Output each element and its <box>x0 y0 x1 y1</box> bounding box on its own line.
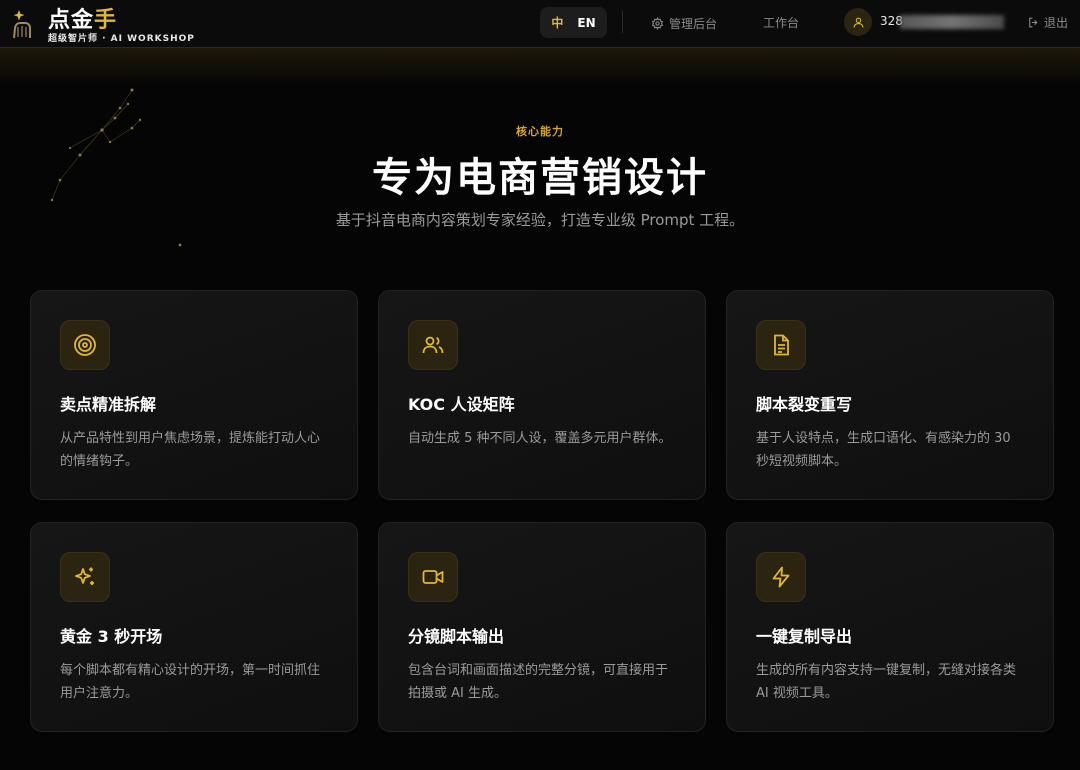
feature-title: 一键复制导出 <box>756 627 853 646</box>
feature-description: 包含台词和画面描述的完整分镜，可直接用于拍摄或 AI 生成。 <box>408 663 669 701</box>
user-id-redacted <box>900 15 1004 29</box>
feature-card: 黄金 3 秒开场 每个脚本都有精心设计的开场，第一时间抓住用户注意力。 <box>30 522 358 732</box>
lang-en-option[interactable]: EN <box>577 16 595 30</box>
brand-name-main: 点金 <box>48 8 95 33</box>
lightning-icon <box>756 552 806 602</box>
section-title: 专为电商营销设计 <box>372 155 708 201</box>
admin-nav-link[interactable]: 管理后台 <box>651 14 717 32</box>
logo-icon <box>13 10 31 39</box>
lang-zh-option[interactable]: 中 <box>551 14 563 31</box>
feature-description: 基于人设特点，生成口语化、有感染力的 30 秒短视频脚本。 <box>756 431 1011 469</box>
target-icon <box>60 320 110 370</box>
admin-nav-label: 管理后台 <box>669 16 718 31</box>
feature-card: 脚本裂变重写 基于人设特点，生成口语化、有感染力的 30 秒短视频脚本。 <box>726 290 1054 500</box>
top-header: 点金手 超级智片师 · AI WORKSHOP 中 EN 管理后台 工作台 32… <box>0 0 1080 87</box>
feature-description: 每个脚本都有精心设计的开场，第一时间抓住用户注意力。 <box>60 663 321 701</box>
feature-title: 分镜脚本输出 <box>408 627 505 646</box>
header-divider <box>622 11 623 33</box>
feature-description: 生成的所有内容支持一键复制，无缝对接各类 AI 视频工具。 <box>756 663 1017 701</box>
language-toggle[interactable]: 中 EN <box>540 7 607 38</box>
user-icon <box>853 17 863 27</box>
logout-label: 退出 <box>1044 16 1069 30</box>
feature-description: 从产品特性到用户焦虑场景，提炼能打动人心的情绪钩子。 <box>60 431 321 469</box>
logout-button[interactable]: 退出 <box>1027 14 1068 31</box>
video-icon <box>408 552 458 602</box>
brand-subtitle: 超级智片师 · AI WORKSHOP <box>48 34 195 44</box>
feature-card: KOC 人设矩阵 自动生成 5 种不同人设，覆盖多元用户群体。 <box>378 290 706 500</box>
feature-title: 脚本裂变重写 <box>756 395 853 414</box>
brand-name-accent: 手 <box>94 8 118 33</box>
feature-card: 分镜脚本输出 包含台词和画面描述的完整分镜，可直接用于拍摄或 AI 生成。 <box>378 522 706 732</box>
feature-card: 卖点精准拆解 从产品特性到用户焦虑场景，提炼能打动人心的情绪钩子。 <box>30 290 358 500</box>
section-subtitle: 基于抖音电商内容策划专家经验，打造专业级 Prompt 工程。 <box>335 211 745 229</box>
document-icon <box>756 320 806 370</box>
gear-icon <box>651 16 664 30</box>
feature-description: 自动生成 5 种不同人设，覆盖多元用户群体。 <box>408 431 672 446</box>
logout-icon <box>1029 17 1038 28</box>
feature-card: 一键复制导出 生成的所有内容支持一键复制，无缝对接各类 AI 视频工具。 <box>726 522 1054 732</box>
sparkles-icon <box>60 552 110 602</box>
feature-title: 卖点精准拆解 <box>60 395 157 414</box>
feature-title: KOC 人设矩阵 <box>408 395 515 414</box>
brand-name[interactable]: 点金手 <box>48 2 117 34</box>
feature-title: 黄金 3 秒开场 <box>60 627 163 646</box>
section-eyebrow: 核心能力 <box>516 125 564 138</box>
users-icon <box>408 320 458 370</box>
user-avatar[interactable] <box>844 8 872 36</box>
workbench-nav-link[interactable]: 工作台 <box>763 14 799 31</box>
